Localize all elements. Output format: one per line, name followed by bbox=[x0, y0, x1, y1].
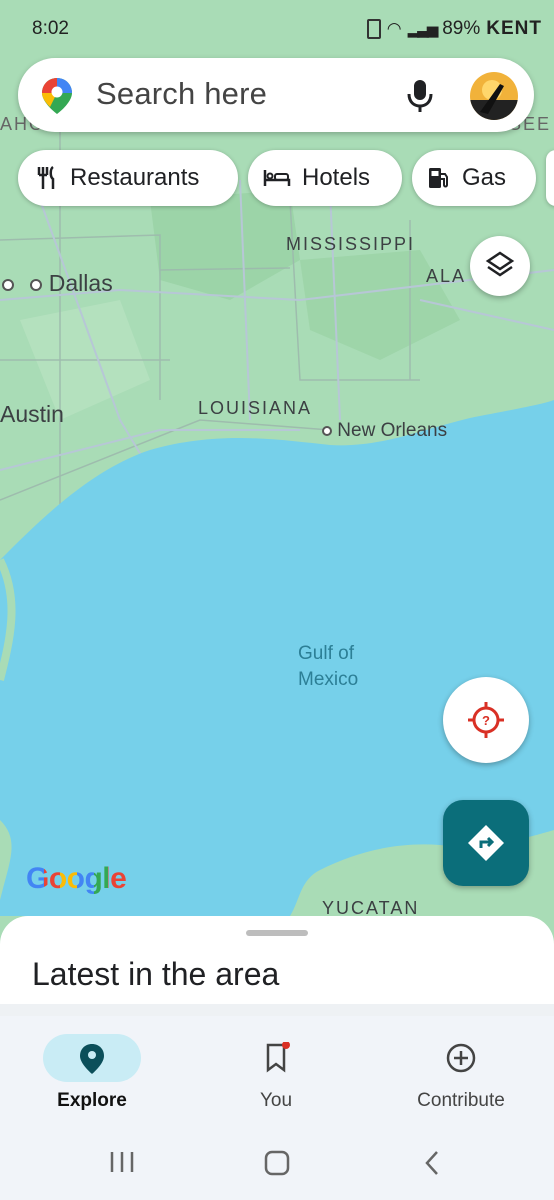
map-label-austin[interactable]: Austin bbox=[0, 401, 64, 428]
saved-bookmark-icon bbox=[266, 1042, 290, 1073]
add-circle-icon bbox=[446, 1043, 476, 1073]
signal-icon: ▂▃▅ bbox=[407, 21, 439, 38]
system-navigation-bar bbox=[0, 1124, 554, 1200]
battery-percent: 89% bbox=[442, 18, 481, 39]
directions-button[interactable] bbox=[443, 800, 529, 886]
map-label-alabama: ALA bbox=[426, 266, 467, 286]
chip-gas[interactable]: Gas bbox=[412, 150, 536, 206]
bottom-sheet[interactable]: Latest in the area bbox=[0, 916, 554, 1016]
layers-icon bbox=[485, 251, 515, 277]
map-label-dallas[interactable]: Dallas bbox=[2, 270, 113, 297]
gas-station-icon bbox=[429, 168, 448, 188]
home-icon[interactable] bbox=[264, 1150, 290, 1176]
wifi-icon: ◠ bbox=[386, 19, 402, 38]
gulf-line-2: Mexico bbox=[298, 669, 359, 690]
nav-you[interactable]: You bbox=[184, 1016, 368, 1126]
gulf-line-1: Gulf of bbox=[298, 643, 354, 664]
hotel-icon bbox=[263, 170, 291, 186]
sheet-drag-handle[interactable] bbox=[246, 930, 308, 936]
profile-avatar[interactable] bbox=[470, 72, 518, 120]
dallas-label: Dallas bbox=[48, 270, 113, 296]
microphone-icon[interactable] bbox=[404, 78, 436, 114]
map-label-gulf: Gulf of Mexico bbox=[298, 641, 358, 693]
back-icon[interactable] bbox=[422, 1150, 442, 1176]
map-label-new-orleans[interactable]: New Orleans bbox=[322, 420, 447, 442]
search-input[interactable]: Search here bbox=[96, 76, 267, 112]
battery-saver-icon bbox=[366, 19, 381, 39]
chip-restaurants[interactable]: Restaurants bbox=[18, 150, 238, 206]
svg-text:?: ? bbox=[482, 713, 490, 728]
status-icons: ◠ ▂▃▅ 89% KENT bbox=[366, 18, 542, 40]
google-logo: Google bbox=[26, 862, 127, 896]
map-label-louisiana: LOUISIANA bbox=[198, 398, 313, 418]
directions-icon bbox=[468, 825, 504, 861]
chip-more[interactable] bbox=[546, 150, 554, 206]
new-orleans-label: New Orleans bbox=[337, 420, 448, 441]
explore-pin-icon bbox=[80, 1044, 104, 1074]
my-location-button[interactable]: ? bbox=[443, 677, 529, 763]
search-bar[interactable]: Search here bbox=[18, 58, 534, 132]
nav-explore[interactable]: Explore bbox=[0, 1016, 184, 1126]
chip-hotels-label: Hotels bbox=[302, 164, 371, 191]
chip-gas-label: Gas bbox=[462, 164, 507, 191]
location-unknown-icon: ? bbox=[468, 702, 504, 738]
nav-explore-label: Explore bbox=[57, 1090, 127, 1111]
restaurant-icon bbox=[37, 165, 55, 189]
google-logo-text: Google bbox=[26, 862, 127, 895]
sheet-divider bbox=[0, 1004, 554, 1016]
layers-button[interactable] bbox=[470, 236, 530, 296]
nav-contribute[interactable]: Contribute bbox=[369, 1016, 553, 1126]
status-time: 8:02 bbox=[32, 18, 69, 39]
chip-restaurants-label: Restaurants bbox=[70, 164, 200, 191]
nav-contribute-label: Contribute bbox=[417, 1090, 505, 1111]
map-label-mississippi: MISSISSIPPI bbox=[286, 234, 416, 254]
signal-carrier: KENT bbox=[486, 18, 542, 39]
maps-logo-icon bbox=[42, 78, 72, 114]
nav-you-label: You bbox=[259, 1090, 293, 1111]
recent-apps-icon[interactable] bbox=[108, 1150, 136, 1174]
sheet-title: Latest in the area bbox=[32, 956, 280, 992]
status-bar: 8:02 ◠ ▂▃▅ 89% KENT bbox=[0, 0, 554, 56]
chip-hotels[interactable]: Hotels bbox=[248, 150, 402, 206]
